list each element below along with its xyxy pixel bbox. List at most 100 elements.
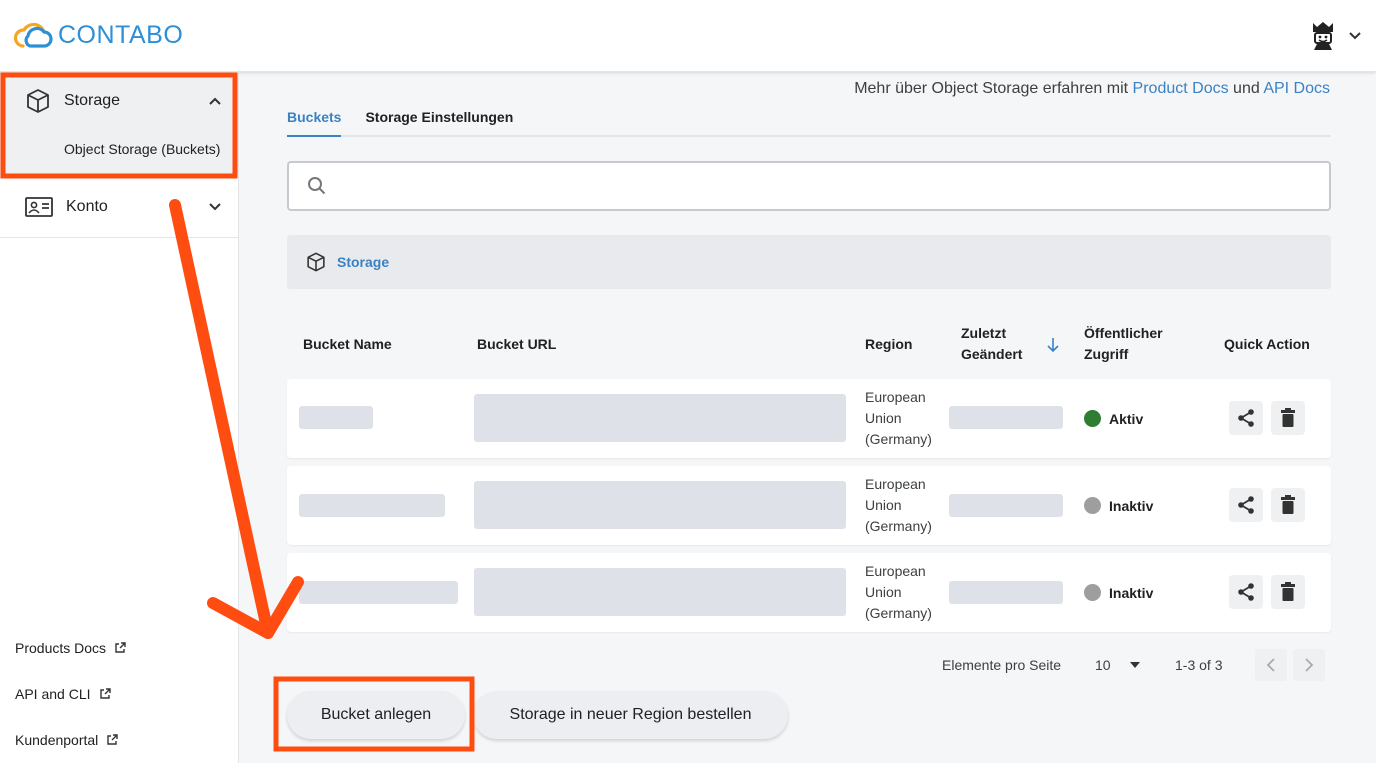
table-header: Bucket Name Bucket URL Region Zuletzt Ge… <box>287 319 1331 369</box>
main-content: Mehr über Object Storage erfahren mit Pr… <box>240 73 1376 763</box>
link-api-cli[interactable]: API and CLI <box>15 671 235 717</box>
contabo-logo[interactable]: CONTABO <box>14 18 183 52</box>
page-range: 1-3 of 3 <box>1175 657 1223 673</box>
col-label: Öffentlicher <box>1084 325 1163 341</box>
region-line: (Germany) <box>865 518 932 534</box>
per-page-label: Elemente pro Seite <box>942 657 1062 673</box>
api-docs-link[interactable]: API Docs <box>1263 80 1330 97</box>
delete-button[interactable] <box>1271 488 1305 522</box>
breadcrumb: Storage <box>287 235 1331 289</box>
trash-icon <box>1281 582 1295 601</box>
sidebar: Storage Object Storage (Buckets) Konto P… <box>0 73 239 763</box>
per-page-select[interactable]: 10 <box>1095 657 1111 673</box>
col-label: Zuletzt <box>961 325 1007 341</box>
modified-placeholder <box>949 406 1063 429</box>
bucket-url-placeholder <box>474 481 846 529</box>
delete-button[interactable] <box>1271 575 1305 609</box>
link-label: Kundenportal <box>15 732 99 748</box>
external-link-icon <box>107 734 118 745</box>
status-dot-inactive <box>1084 584 1101 601</box>
col-bucket-name[interactable]: Bucket Name <box>303 319 392 369</box>
status-cell: Aktiv <box>1084 379 1143 458</box>
tab-bar: Buckets Storage Einstellungen <box>287 109 1331 137</box>
prev-page-button[interactable] <box>1255 649 1287 681</box>
user-menu[interactable] <box>1310 20 1362 52</box>
share-icon <box>1238 409 1254 427</box>
bucket-name-placeholder <box>299 494 445 517</box>
cube-icon <box>307 252 325 272</box>
share-icon <box>1238 583 1254 601</box>
bucket-name-placeholder <box>299 581 458 604</box>
sidebar-links: Products Docs API and CLI Kundenportal <box>15 625 235 763</box>
search-icon <box>308 177 326 195</box>
share-button[interactable] <box>1229 488 1263 522</box>
trash-icon <box>1281 495 1295 514</box>
col-region[interactable]: Region <box>865 319 912 369</box>
region-line: (Germany) <box>865 431 932 447</box>
region-line: Union <box>865 497 902 513</box>
col-last-modified[interactable]: Zuletzt Geändert <box>961 319 1022 369</box>
sidebar-item-label: Storage <box>64 92 121 109</box>
col-public-access[interactable]: Öffentlicher Zugriff <box>1084 319 1163 369</box>
docs-and: und <box>1233 80 1260 97</box>
tab-storage-settings[interactable]: Storage Einstellungen <box>365 109 513 135</box>
table-row[interactable]: European Union (Germany) Inaktiv <box>287 553 1331 632</box>
col-label: Geändert <box>961 346 1023 362</box>
chevron-down-icon <box>1349 32 1361 40</box>
region-cell: European Union (Germany) <box>865 561 932 624</box>
col-label: Zugriff <box>1084 346 1129 362</box>
share-icon <box>1238 496 1254 514</box>
cube-icon <box>27 89 49 113</box>
link-products-docs[interactable]: Products Docs <box>15 625 235 671</box>
sidebar-group-konto: Konto <box>0 177 238 238</box>
sort-arrow-down-icon[interactable] <box>1046 337 1060 353</box>
id-card-icon <box>25 197 53 217</box>
status-dot-active <box>1084 410 1101 427</box>
region-line: Union <box>865 584 902 600</box>
chevron-left-icon <box>1266 658 1275 672</box>
status-cell: Inaktiv <box>1084 466 1153 545</box>
chevron-down-icon <box>209 203 221 211</box>
chevron-up-icon <box>209 97 221 105</box>
delete-button[interactable] <box>1271 401 1305 435</box>
top-header: CONTABO <box>0 0 1376 72</box>
link-label: Products Docs <box>15 640 107 656</box>
col-quick-action: Quick Action <box>1224 335 1310 352</box>
sidebar-item-label: Konto <box>66 198 108 215</box>
external-link-icon <box>115 642 126 653</box>
external-link-icon <box>99 688 111 699</box>
chevron-right-icon <box>1305 658 1314 672</box>
table-row[interactable]: European Union (Germany) Inaktiv <box>287 466 1331 545</box>
bucket-name-placeholder <box>299 406 373 429</box>
trash-icon <box>1281 408 1295 427</box>
link-kundenportal[interactable]: Kundenportal <box>15 717 235 763</box>
order-storage-button[interactable]: Storage in neuer Region bestellen <box>473 691 788 739</box>
share-button[interactable] <box>1229 401 1263 435</box>
product-docs-link[interactable]: Product Docs <box>1133 80 1229 97</box>
status-dot-inactive <box>1084 497 1101 514</box>
status-text: Inaktiv <box>1109 497 1154 514</box>
table-row[interactable]: European Union (Germany) Aktiv <box>287 379 1331 458</box>
region-line: European <box>865 563 926 579</box>
status-cell: Inaktiv <box>1084 553 1153 632</box>
caret-down-icon[interactable] <box>1129 661 1141 669</box>
create-bucket-button[interactable]: Bucket anlegen <box>287 691 465 739</box>
bucket-url-placeholder <box>474 394 846 442</box>
per-page-value: 10 <box>1095 657 1111 673</box>
search-input[interactable] <box>339 163 1329 209</box>
sidebar-group-storage: Storage Object Storage (Buckets) <box>0 73 238 177</box>
sidebar-item-konto[interactable]: Konto <box>0 177 238 237</box>
breadcrumb-storage[interactable]: Storage <box>337 254 389 270</box>
share-button[interactable] <box>1229 575 1263 609</box>
tab-buckets[interactable]: Buckets <box>287 109 342 137</box>
jester-avatar-icon <box>1313 22 1333 50</box>
sidebar-item-storage[interactable]: Storage <box>0 73 238 129</box>
sidebar-item-object-storage[interactable]: Object Storage (Buckets) <box>0 129 238 169</box>
bucket-url-placeholder <box>474 568 846 616</box>
link-label: API and CLI <box>15 686 91 702</box>
region-line: European <box>865 389 926 405</box>
logo-text: CONTABO <box>58 20 184 49</box>
next-page-button[interactable] <box>1293 649 1325 681</box>
col-bucket-url[interactable]: Bucket URL <box>477 319 556 369</box>
modified-placeholder <box>949 581 1063 604</box>
